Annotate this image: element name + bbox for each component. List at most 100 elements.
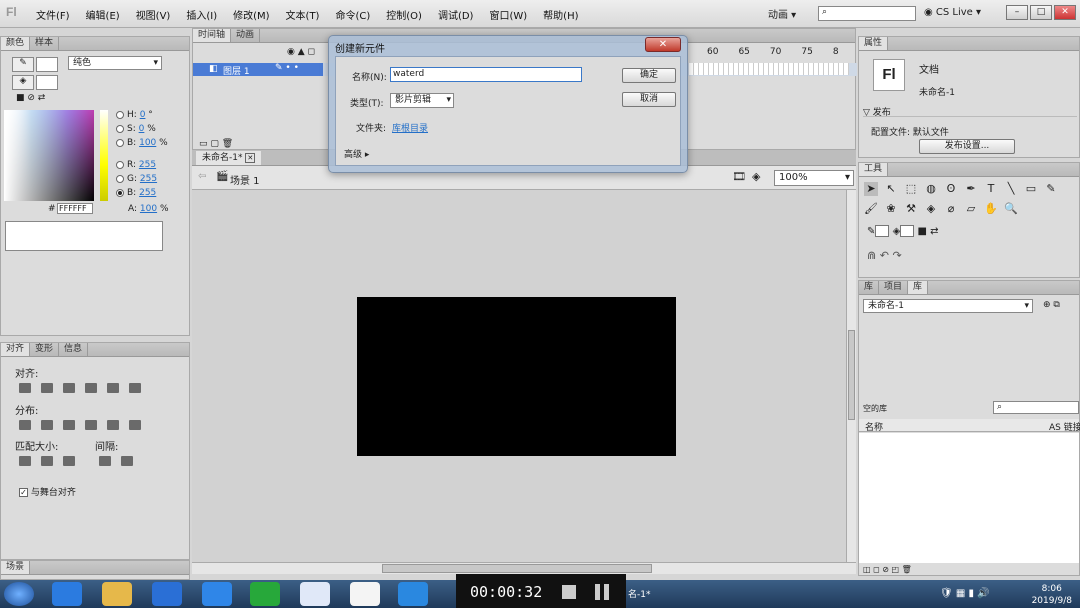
explorer-icon[interactable] bbox=[102, 582, 132, 606]
menu-item[interactable]: 控制(O) bbox=[386, 7, 422, 22]
distribute-right-icon[interactable] bbox=[129, 420, 141, 430]
line-tool-icon[interactable]: ╲ bbox=[1004, 182, 1018, 196]
cs-live-button[interactable]: ◉ CS Live ▾ bbox=[924, 7, 981, 18]
menu-item[interactable]: 文本(T) bbox=[286, 7, 320, 22]
distribute-left-icon[interactable] bbox=[85, 420, 97, 430]
menu-item[interactable]: 文件(F) bbox=[36, 7, 70, 22]
paint-bucket-tool-icon[interactable]: ◈ bbox=[924, 202, 938, 216]
tab-swatches[interactable]: 样本 bbox=[30, 37, 60, 50]
match-width-icon[interactable] bbox=[19, 456, 31, 466]
menu-item[interactable]: 编辑(E) bbox=[86, 7, 120, 22]
color-spectrum-picker[interactable] bbox=[4, 110, 94, 201]
smooth-icon[interactable]: ↶ bbox=[880, 249, 889, 262]
tab-color[interactable]: 颜色 bbox=[1, 37, 31, 50]
snap-magnet-icon[interactable]: ⋒ bbox=[867, 249, 876, 262]
rectangle-tool-icon[interactable]: ▭ bbox=[1024, 182, 1038, 196]
app-icon-2[interactable] bbox=[350, 582, 380, 606]
menu-item[interactable]: 调试(D) bbox=[438, 7, 474, 22]
align-top-icon[interactable] bbox=[85, 383, 97, 393]
match-both-icon[interactable] bbox=[63, 456, 75, 466]
radio-button[interactable] bbox=[116, 138, 124, 147]
menu-item[interactable]: 插入(I) bbox=[186, 7, 217, 22]
tab-project[interactable]: 项目 bbox=[879, 281, 909, 294]
stroke-icon[interactable]: ✎ bbox=[867, 226, 875, 237]
pencil-tool-icon[interactable]: ✎ bbox=[1044, 182, 1058, 196]
help-search-input[interactable]: ⌕ bbox=[818, 6, 916, 21]
scene-label[interactable]: 场景 1 bbox=[230, 172, 260, 187]
radio-button[interactable] bbox=[116, 188, 124, 197]
iqiyi-icon[interactable] bbox=[250, 582, 280, 606]
maximize-button[interactable]: □ bbox=[1030, 5, 1052, 20]
app-icon-3[interactable] bbox=[398, 582, 428, 606]
ok-button[interactable]: 确定 bbox=[622, 68, 676, 83]
scroll-thumb[interactable] bbox=[382, 564, 652, 573]
back-arrow-icon[interactable]: ⇦ bbox=[198, 171, 206, 182]
close-button[interactable]: ✕ bbox=[1054, 5, 1076, 20]
align-to-stage-checkbox[interactable]: ✓ 与舞台对齐 bbox=[19, 485, 76, 498]
brush-tool-icon[interactable]: 🖌 bbox=[864, 202, 878, 216]
system-tray-icons[interactable]: 🛡 ▦ ▮ 🔊 bbox=[940, 588, 990, 599]
frame-cells[interactable] bbox=[689, 63, 849, 75]
stop-icon[interactable] bbox=[562, 585, 576, 599]
taskbar-clock[interactable]: 8:06 2019/9/8 bbox=[1032, 583, 1072, 607]
distribute-bottom-icon[interactable] bbox=[63, 420, 75, 430]
fill-swatch[interactable] bbox=[900, 225, 915, 237]
ie-icon[interactable] bbox=[52, 582, 82, 606]
zoom-select[interactable]: 100% ▾ bbox=[774, 170, 854, 186]
swap-colors-icon[interactable]: ■ ⊘ ⇄ bbox=[16, 93, 45, 103]
swap-colors-icon[interactable]: ■ ⇄ bbox=[917, 226, 938, 237]
menu-item[interactable]: 命令(C) bbox=[335, 7, 370, 22]
layer-visibility-icons[interactable]: ◉ ▲ ◻ bbox=[287, 47, 315, 57]
stage-canvas[interactable] bbox=[357, 297, 676, 456]
pen-tool-icon[interactable]: ✒ bbox=[964, 182, 978, 196]
align-hcenter-icon[interactable] bbox=[41, 383, 53, 393]
tab-align[interactable]: 对齐 bbox=[1, 343, 31, 356]
menu-item[interactable]: 修改(M) bbox=[233, 7, 269, 22]
distribute-hcenter-icon[interactable] bbox=[107, 420, 119, 430]
deco-tool-icon[interactable]: ❀ bbox=[884, 202, 898, 216]
fill-color-swatch[interactable] bbox=[36, 75, 58, 90]
tab-timeline[interactable]: 时间轴 bbox=[193, 29, 232, 42]
taskbar-window-label[interactable]: 名-1* bbox=[628, 587, 650, 600]
fill-icon[interactable]: ◈ bbox=[893, 226, 901, 237]
fill-bucket-icon[interactable]: ◈ bbox=[12, 75, 34, 90]
library-item-list[interactable] bbox=[859, 433, 1079, 563]
edit-symbol-icon[interactable]: ◈ bbox=[752, 170, 760, 183]
vertical-scrollbar[interactable] bbox=[846, 190, 856, 562]
tab-transform[interactable]: 变形 bbox=[30, 343, 60, 356]
brightness-slider[interactable] bbox=[100, 110, 108, 201]
zoom-tool-icon[interactable]: 🔍 bbox=[1004, 202, 1018, 216]
3d-rotation-tool-icon[interactable]: ◍ bbox=[924, 182, 938, 196]
distribute-top-icon[interactable] bbox=[19, 420, 31, 430]
tab-library-2[interactable]: 库 bbox=[908, 281, 929, 294]
align-left-icon[interactable] bbox=[19, 383, 31, 393]
radio-button[interactable] bbox=[116, 110, 124, 119]
distribute-vcenter-icon[interactable] bbox=[41, 420, 53, 430]
new-layer-icon[interactable]: ▭ ▢ 🗑 bbox=[199, 139, 233, 149]
free-transform-tool-icon[interactable]: ⬚ bbox=[904, 182, 918, 196]
fill-type-select[interactable]: 纯色 ▾ bbox=[68, 56, 162, 70]
cancel-button[interactable]: 取消 bbox=[622, 92, 676, 107]
align-right-icon[interactable] bbox=[63, 383, 75, 393]
tab-tools[interactable]: 工具 bbox=[859, 163, 889, 176]
tab-info[interactable]: 信息 bbox=[59, 343, 89, 356]
horizontal-scrollbar[interactable] bbox=[192, 562, 856, 574]
bone-tool-icon[interactable]: ⚒ bbox=[904, 202, 918, 216]
text-tool-icon[interactable]: T bbox=[984, 182, 998, 196]
start-button-icon[interactable] bbox=[4, 582, 34, 606]
library-search-input[interactable]: ⌕ bbox=[993, 401, 1079, 414]
pause-icon[interactable] bbox=[594, 584, 610, 600]
minimize-button[interactable]: – bbox=[1006, 5, 1028, 20]
align-bottom-icon[interactable] bbox=[129, 383, 141, 393]
tab-motion-editor[interactable]: 动画 bbox=[231, 29, 261, 42]
menu-item[interactable]: 窗口(W) bbox=[489, 7, 527, 22]
close-tab-icon[interactable]: ✕ bbox=[245, 153, 256, 163]
edit-scene-icon[interactable]: 🎞 bbox=[732, 170, 746, 183]
radio-button[interactable] bbox=[116, 124, 124, 133]
pin-library-icon[interactable]: ⊕ ⧉ bbox=[1043, 300, 1060, 310]
advanced-toggle[interactable]: 高级 ▸ bbox=[344, 147, 369, 160]
tab-properties[interactable]: 属性 bbox=[859, 37, 889, 50]
library-bottom-icons[interactable]: ◫ ◻ ⊘ ◰ 🗑 bbox=[863, 565, 912, 574]
tab-scene[interactable]: 场景 bbox=[1, 561, 31, 574]
hex-input[interactable]: FFFFFF bbox=[57, 203, 93, 214]
